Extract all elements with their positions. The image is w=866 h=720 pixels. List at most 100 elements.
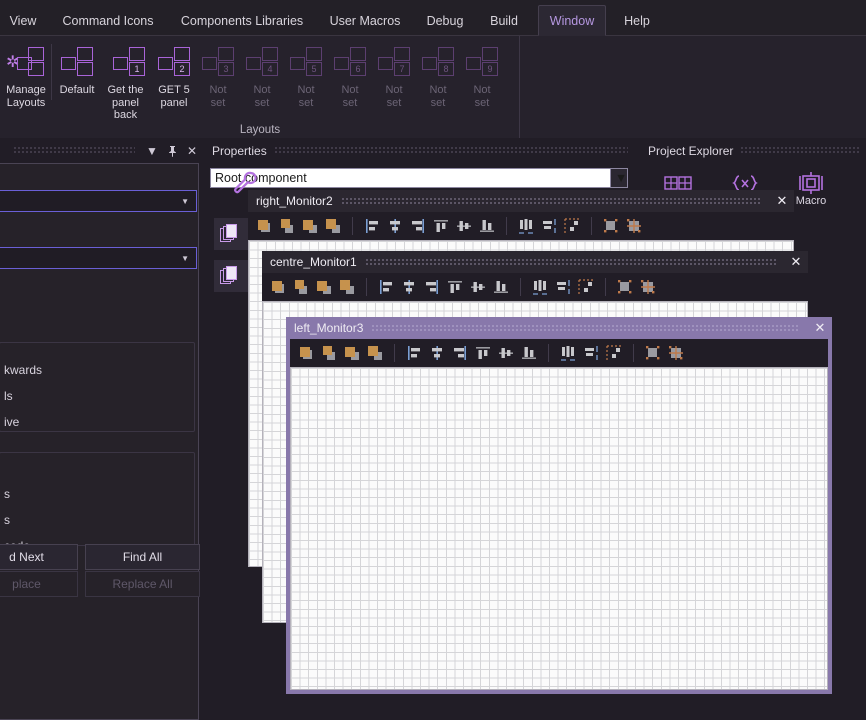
option-scope-1[interactable]: s: [0, 487, 194, 501]
same-size-icon[interactable]: [643, 343, 663, 363]
tab-view[interactable]: View: [2, 5, 44, 36]
align-center-horizontal-icon[interactable]: [427, 343, 447, 363]
align-right-icon[interactable]: [422, 277, 442, 297]
tab-window[interactable]: Window: [538, 5, 606, 36]
same-size-icon[interactable]: [601, 216, 621, 236]
tab-user-macros[interactable]: User Macros: [320, 5, 410, 36]
layout-button-slot-8[interactable]: 8 Not set: [416, 40, 460, 122]
option-labels[interactable]: ls: [0, 389, 194, 403]
window-titlebar[interactable]: centre_Monitor1 ✕: [262, 251, 808, 273]
distribute-horizontal-icon[interactable]: [530, 277, 550, 297]
layout-button-get-5-panel[interactable]: 2 GET 5 panel: [152, 40, 196, 122]
window-titlebar[interactable]: left_Monitor3 ✕: [286, 317, 832, 339]
design-canvas[interactable]: [290, 367, 828, 690]
align-bottom-icon[interactable]: [477, 216, 497, 236]
align-top-icon[interactable]: [445, 277, 465, 297]
tab-help[interactable]: Help: [614, 5, 660, 36]
distribute-vertical-icon[interactable]: [539, 216, 559, 236]
replace-all-button[interactable]: Replace All: [85, 571, 200, 597]
layout-slot-number: 1: [129, 62, 145, 76]
align-left-icon[interactable]: [376, 277, 396, 297]
align-middle-vertical-icon[interactable]: [454, 216, 474, 236]
option-scope-2[interactable]: s: [0, 513, 194, 527]
option-backwards[interactable]: kwards: [0, 363, 194, 377]
send-to-back-icon[interactable]: [291, 277, 311, 297]
same-size-icon[interactable]: [615, 277, 635, 297]
layout-icon: 4: [243, 44, 281, 80]
bring-to-front-icon[interactable]: [296, 343, 316, 363]
chevron-down-icon[interactable]: ▼: [142, 140, 162, 162]
center-in-parent-icon[interactable]: [604, 343, 624, 363]
bring-forward-icon[interactable]: [314, 277, 334, 297]
send-backward-icon[interactable]: [365, 343, 385, 363]
close-icon[interactable]: ✕: [182, 140, 202, 162]
layout-button-default[interactable]: Default: [55, 40, 99, 122]
drag-grip[interactable]: [341, 197, 762, 206]
layout-button-slot-6[interactable]: 6 Not set: [328, 40, 372, 122]
close-icon[interactable]: ✕: [808, 318, 832, 338]
center-in-parent-icon[interactable]: [576, 277, 596, 297]
layout-buttons: ✲ Manage Layouts Default: [4, 40, 504, 122]
drag-grip[interactable]: [740, 146, 859, 155]
center-in-parent-icon[interactable]: [562, 216, 582, 236]
align-bottom-icon[interactable]: [519, 343, 539, 363]
properties-search-input[interactable]: Root component ▼: [210, 168, 628, 188]
layout-button-slot-4[interactable]: 4 Not set: [240, 40, 284, 122]
bring-to-front-icon[interactable]: [268, 277, 288, 297]
layout-button-manage-layouts[interactable]: ✲ Manage Layouts: [4, 40, 48, 122]
distribute-vertical-icon[interactable]: [581, 343, 601, 363]
align-right-icon[interactable]: [408, 216, 428, 236]
bring-to-front-icon[interactable]: [254, 216, 274, 236]
chevron-down-icon[interactable]: ▼: [610, 169, 627, 187]
align-middle-vertical-icon[interactable]: [496, 343, 516, 363]
distribute-horizontal-icon[interactable]: [558, 343, 578, 363]
tab-command-icons[interactable]: Command Icons: [52, 5, 164, 36]
tab-debug[interactable]: Debug: [418, 5, 472, 36]
align-top-icon[interactable]: [431, 216, 451, 236]
layout-button-slot-9[interactable]: 9 Not set: [460, 40, 504, 122]
align-left-icon[interactable]: [404, 343, 424, 363]
drag-grip[interactable]: [274, 146, 628, 155]
drag-grip[interactable]: [13, 146, 135, 155]
ribbon-group-label: Layouts: [0, 124, 520, 136]
align-center-horizontal-icon[interactable]: [399, 277, 419, 297]
align-top-icon[interactable]: [473, 343, 493, 363]
align-middle-vertical-icon[interactable]: [468, 277, 488, 297]
distribute-vertical-icon[interactable]: [553, 277, 573, 297]
close-icon[interactable]: ✕: [784, 252, 808, 272]
window-left-monitor3[interactable]: left_Monitor3 ✕: [286, 317, 832, 694]
send-backward-icon[interactable]: [337, 277, 357, 297]
pin-icon[interactable]: [162, 140, 182, 162]
find-all-button[interactable]: Find All: [85, 544, 200, 570]
layout-button-get-the-panel-back[interactable]: 1 Get the panel back: [99, 40, 152, 122]
toolbar-divider: [366, 278, 367, 296]
find-next-button[interactable]: d Next: [0, 544, 78, 570]
option-case-sensitive[interactable]: ive: [0, 415, 194, 429]
tab-build[interactable]: Build: [480, 5, 528, 36]
bring-forward-icon[interactable]: [300, 216, 320, 236]
align-right-icon[interactable]: [450, 343, 470, 363]
window-titlebar[interactable]: right_Monitor2 ✕: [248, 190, 794, 212]
layout-button-slot-3[interactable]: 3 Not set: [196, 40, 240, 122]
find-combo[interactable]: ▼: [0, 190, 197, 212]
distribute-horizontal-icon[interactable]: [516, 216, 536, 236]
drag-grip[interactable]: [371, 324, 800, 333]
replace-button[interactable]: place: [0, 571, 78, 597]
align-left-icon[interactable]: [362, 216, 382, 236]
layout-button-slot-7[interactable]: 7 Not set: [372, 40, 416, 122]
send-to-back-icon[interactable]: [319, 343, 339, 363]
resize-to-fit-icon[interactable]: [624, 216, 644, 236]
tab-components-libraries[interactable]: Components Libraries: [172, 5, 312, 36]
align-center-horizontal-icon[interactable]: [385, 216, 405, 236]
resize-to-fit-icon[interactable]: [638, 277, 658, 297]
layout-icon: 5: [287, 44, 325, 80]
layout-button-slot-5[interactable]: 5 Not set: [284, 40, 328, 122]
send-backward-icon[interactable]: [323, 216, 343, 236]
align-bottom-icon[interactable]: [491, 277, 511, 297]
replace-combo[interactable]: ▼: [0, 247, 197, 269]
close-icon[interactable]: ✕: [770, 191, 794, 211]
drag-grip[interactable]: [365, 258, 776, 267]
bring-forward-icon[interactable]: [342, 343, 362, 363]
resize-to-fit-icon[interactable]: [666, 343, 686, 363]
send-to-back-icon[interactable]: [277, 216, 297, 236]
